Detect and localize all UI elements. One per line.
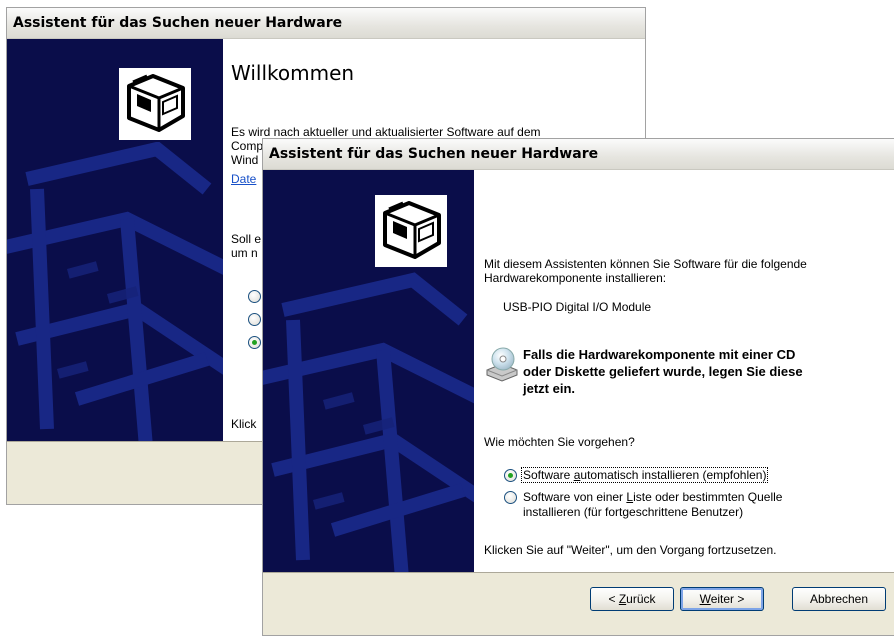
front-window-button-bar: < Zurück Weiter > Abbrechen [263, 572, 894, 635]
welcome-heading: Willkommen [231, 61, 355, 85]
radio-option-automatic[interactable]: Software automatisch installieren (empfo… [504, 467, 824, 484]
question-text: Wie möchten Sie vorgehen? [484, 435, 635, 449]
back-intro-line1: Es wird nach aktueller und aktualisierte… [231, 125, 541, 139]
back-question-line2: um n [231, 246, 258, 260]
front-window-titlebar[interactable]: Assistent für das Suchen neuer Hardware [263, 139, 894, 170]
radio-list-label: Software von einer Liste oder bestimmten… [523, 490, 783, 504]
back-data-link[interactable]: Date [231, 172, 256, 186]
cd-drive-icon [484, 346, 520, 382]
cd-notice-line3: jetzt ein. [523, 381, 576, 396]
back-window-title: Assistent für das Suchen neuer Hardware [13, 15, 343, 31]
back-intro-line3: Wind [231, 153, 259, 167]
back-button[interactable]: < Zurück [590, 587, 674, 611]
back-radio-option-1[interactable] [248, 290, 261, 303]
back-window-side-banner [7, 39, 223, 442]
cd-notice-line2: oder Diskette geliefert wurde, legen Sie… [523, 364, 803, 379]
front-window-side-banner [263, 170, 474, 573]
back-radio-option-3[interactable] [248, 336, 261, 349]
cancel-button[interactable]: Abbrechen [792, 587, 886, 611]
radio-selected-dot [252, 340, 257, 345]
back-footer-hint: Klick [231, 417, 257, 431]
front-window-title: Assistent für das Suchen neuer Hardware [269, 146, 599, 162]
continue-hint: Klicken Sie auf "Weiter", um den Vorgang… [484, 543, 777, 557]
back-radio-option-2[interactable] [248, 313, 261, 326]
radio-selected-dot [508, 473, 513, 478]
front-intro-line2: Hardwarekomponente installieren: [484, 271, 667, 285]
hardware-wizard-icon [373, 193, 449, 269]
front-intro-line1: Mit diesem Assistenten können Sie Softwa… [484, 257, 807, 271]
front-window-content: Mit diesem Assistenten können Sie Softwa… [474, 170, 894, 573]
radio-list-label-line2: installieren (für fortgeschrittene Benut… [523, 505, 744, 519]
cd-notice-line1: Falls die Hardwarekomponente mit einer C… [523, 347, 796, 362]
next-button[interactable]: Weiter > [680, 587, 764, 611]
radio-automatic[interactable] [504, 469, 517, 482]
radio-list[interactable] [504, 491, 517, 504]
radio-automatic-label: Software automatisch installieren (empfo… [520, 467, 769, 483]
front-wizard-window: Assistent für das Suchen neuer Hardware [262, 138, 894, 636]
back-window-titlebar[interactable]: Assistent für das Suchen neuer Hardware [7, 8, 645, 39]
device-name: USB-PIO Digital I/O Module [503, 300, 652, 314]
back-question-line1: Soll e [231, 232, 262, 246]
radio-option-list[interactable]: Software von einer Liste oder bestimmten… [504, 490, 844, 522]
back-intro-line2: Comp [231, 139, 264, 153]
hardware-wizard-icon [117, 66, 193, 142]
